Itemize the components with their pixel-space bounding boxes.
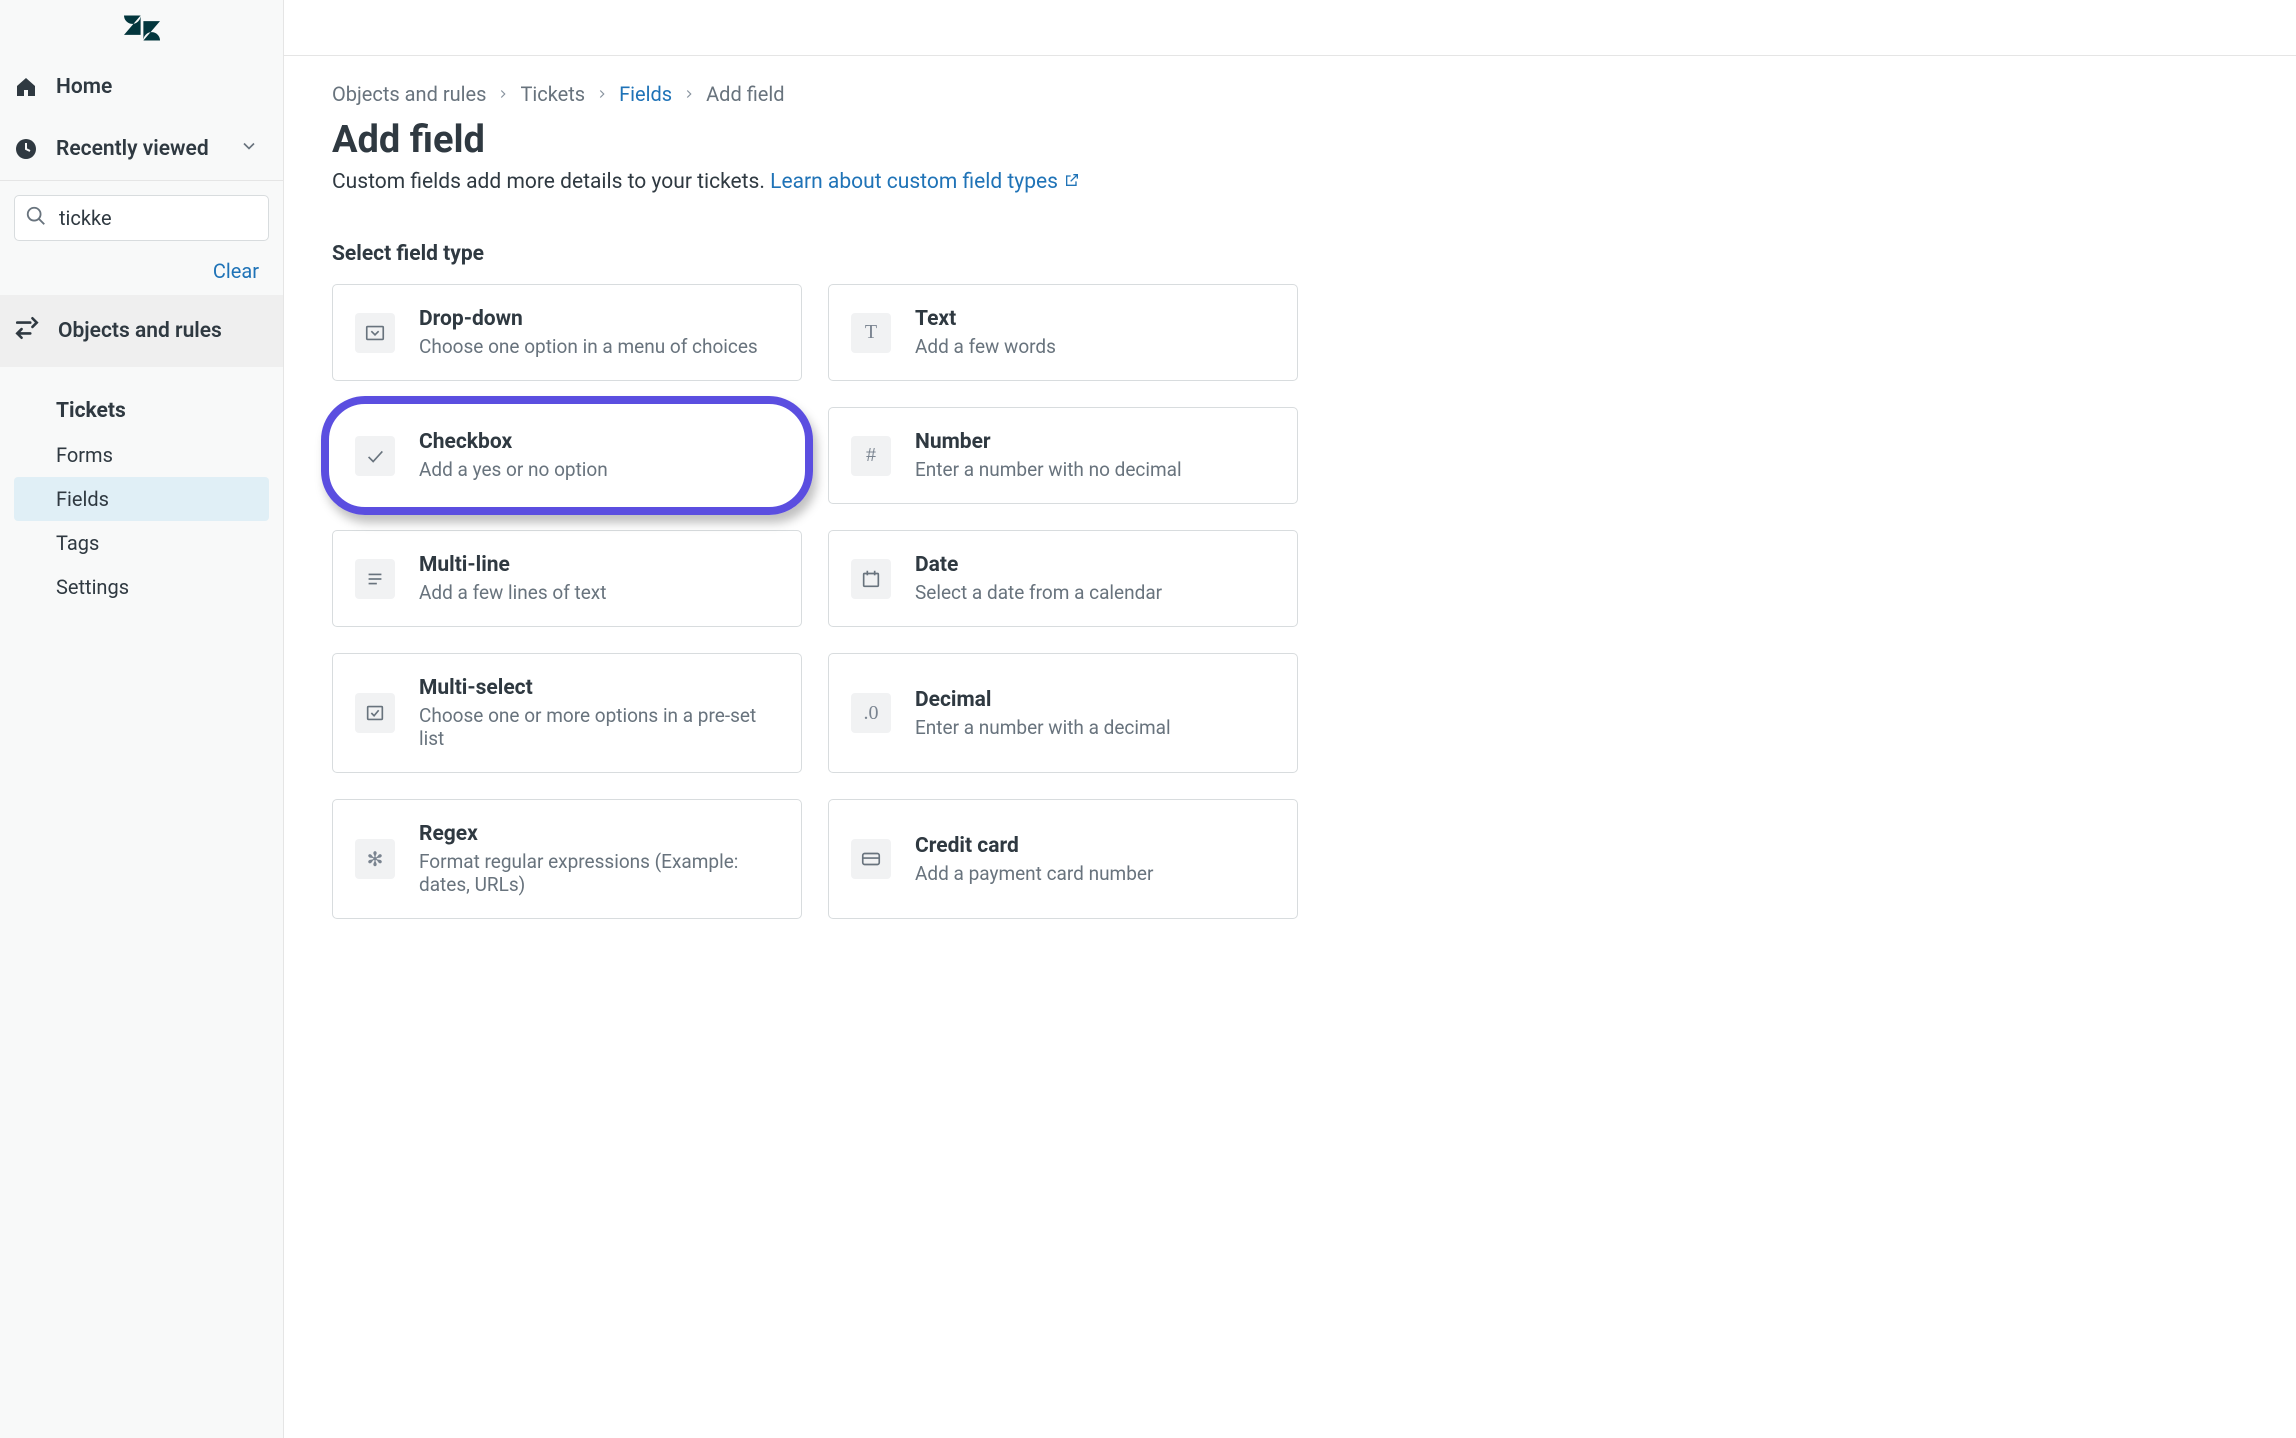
multiselect-icon: [355, 693, 395, 733]
field-type-desc: Add a payment card number: [915, 862, 1153, 885]
topbar: [284, 0, 2296, 56]
field-type-title: Decimal: [915, 688, 1171, 712]
field-type-grid: Drop-down Choose one option in a menu of…: [332, 284, 2248, 919]
search-input[interactable]: [57, 205, 258, 231]
chevron-right-icon: [682, 82, 696, 106]
objects-rules-icon: [14, 315, 40, 347]
breadcrumb: Objects and rules Tickets Fields Add fie…: [332, 82, 2248, 106]
sidebar-search[interactable]: [14, 195, 269, 241]
field-type-card-decimal[interactable]: .0 Decimal Enter a number with a decimal: [828, 653, 1298, 773]
subtitle-text: Custom fields add more details to your t…: [332, 170, 770, 194]
clear-search-link[interactable]: Clear: [213, 259, 259, 283]
field-type-title: Credit card: [915, 834, 1153, 858]
calendar-icon: [851, 559, 891, 599]
credit-card-icon: [851, 839, 891, 879]
home-icon: [14, 74, 38, 100]
field-type-title: Multi-line: [419, 553, 606, 577]
text-icon: T: [851, 313, 891, 353]
field-type-card-creditcard[interactable]: Credit card Add a payment card number: [828, 799, 1298, 919]
subnav-item-fields[interactable]: Fields: [14, 477, 269, 521]
field-type-card-number[interactable]: # Number Enter a number with no decimal: [828, 407, 1298, 504]
field-type-desc: Add a few lines of text: [419, 581, 606, 604]
field-type-desc: Enter a number with a decimal: [915, 716, 1171, 739]
field-type-card-multiline[interactable]: Multi-line Add a few lines of text: [332, 530, 802, 627]
chevron-down-icon: [239, 136, 259, 162]
field-type-title: Drop-down: [419, 307, 758, 331]
field-type-desc: Format regular expressions (Example: dat…: [419, 850, 779, 896]
nav-recent-label: Recently viewed: [56, 137, 209, 161]
field-type-card-text[interactable]: T Text Add a few words: [828, 284, 1298, 381]
main: Objects and rules Tickets Fields Add fie…: [284, 0, 2296, 1438]
breadcrumb-tickets[interactable]: Tickets: [520, 82, 585, 106]
field-type-title: Text: [915, 307, 1056, 331]
nav-home-label: Home: [56, 75, 112, 99]
dropdown-icon: [355, 313, 395, 353]
subnav-item-settings[interactable]: Settings: [0, 565, 283, 609]
clock-icon: [14, 136, 38, 162]
asterisk-icon: ✻: [355, 839, 395, 879]
field-type-title: Multi-select: [419, 676, 779, 700]
nav-home[interactable]: Home: [0, 56, 283, 118]
field-type-card-multiselect[interactable]: Multi-select Choose one or more options …: [332, 653, 802, 773]
subnav-item-forms[interactable]: Forms: [0, 433, 283, 477]
page-title: Add field: [332, 118, 2248, 162]
field-type-desc: Add a few words: [915, 335, 1056, 358]
breadcrumb-current: Add field: [706, 82, 784, 106]
nav-section-objects-and-rules[interactable]: Objects and rules: [0, 295, 283, 367]
field-type-desc: Choose one option in a menu of choices: [419, 335, 758, 358]
subnav-group-tickets: Tickets: [0, 389, 283, 433]
check-icon: [355, 436, 395, 476]
chevron-right-icon: [496, 82, 510, 106]
section-label: Select field type: [332, 242, 2248, 266]
learn-link[interactable]: Learn about custom field types: [770, 170, 1080, 194]
sidebar-subnav: Tickets Forms Fields Tags Settings: [0, 367, 283, 609]
field-type-card-date[interactable]: Date Select a date from a calendar: [828, 530, 1298, 627]
field-type-desc: Choose one or more options in a pre-set …: [419, 704, 779, 750]
field-type-desc: Enter a number with no decimal: [915, 458, 1182, 481]
field-type-desc: Add a yes or no option: [419, 458, 608, 481]
field-type-title: Date: [915, 553, 1162, 577]
breadcrumb-objects-and-rules[interactable]: Objects and rules: [332, 82, 486, 106]
field-type-title: Checkbox: [419, 430, 608, 454]
zendesk-logo: [0, 0, 283, 56]
sidebar: Home Recently viewed Clear Objects and r…: [0, 0, 284, 1438]
field-type-card-checkbox[interactable]: Checkbox Add a yes or no option: [332, 407, 802, 504]
field-type-card-regex[interactable]: ✻ Regex Format regular expressions (Exam…: [332, 799, 802, 919]
hash-icon: #: [851, 436, 891, 476]
subnav-item-tags[interactable]: Tags: [0, 521, 283, 565]
learn-link-label: Learn about custom field types: [770, 170, 1058, 194]
chevron-right-icon: [595, 82, 609, 106]
content: Objects and rules Tickets Fields Add fie…: [284, 56, 2296, 945]
decimal-icon: .0: [851, 693, 891, 733]
sidebar-search-wrap: [0, 181, 283, 255]
field-type-desc: Select a date from a calendar: [915, 581, 1162, 604]
nav-recently-viewed[interactable]: Recently viewed: [0, 118, 283, 180]
field-type-title: Regex: [419, 822, 779, 846]
search-icon: [25, 205, 47, 231]
field-type-card-dropdown[interactable]: Drop-down Choose one option in a menu of…: [332, 284, 802, 381]
external-link-icon: [1064, 170, 1080, 194]
page-subtitle: Custom fields add more details to your t…: [332, 170, 2248, 194]
nav-section-label: Objects and rules: [58, 319, 222, 343]
field-type-title: Number: [915, 430, 1182, 454]
lines-icon: [355, 559, 395, 599]
breadcrumb-fields[interactable]: Fields: [619, 82, 672, 106]
